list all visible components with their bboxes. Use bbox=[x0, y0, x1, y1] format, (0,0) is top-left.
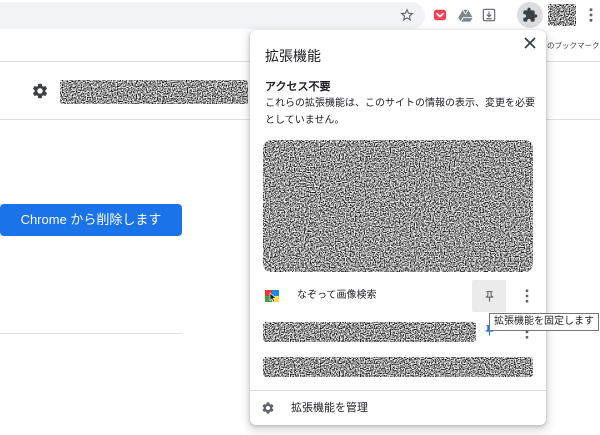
redacted-image bbox=[263, 140, 533, 272]
extension-name: なぞって画像検索 bbox=[297, 290, 377, 301]
avatar[interactable] bbox=[548, 4, 576, 26]
kebab-menu-icon[interactable] bbox=[525, 289, 529, 303]
redacted-extension-row bbox=[263, 357, 533, 377]
popup-title: 拡張機能 bbox=[265, 48, 321, 64]
extensions-button[interactable] bbox=[517, 2, 543, 28]
image-search-extension-icon bbox=[265, 289, 279, 303]
puzzle-icon bbox=[522, 7, 538, 23]
pocket-icon[interactable] bbox=[433, 8, 447, 22]
divider bbox=[0, 333, 182, 334]
other-bookmarks-folder[interactable]: のブックマーク bbox=[547, 40, 600, 52]
drive-icon[interactable] bbox=[458, 9, 473, 22]
browser-window: のブックマーク Chrome から削除します 拡張機能 アクセス不要 これらの拡… bbox=[0, 0, 600, 435]
pin-icon bbox=[483, 290, 496, 303]
manage-extensions-link[interactable]: 拡張機能を管理 bbox=[250, 391, 546, 425]
pin-button[interactable] bbox=[472, 280, 506, 312]
pin-tooltip: 拡張機能を固定します bbox=[489, 313, 599, 331]
section-description-line: としていません。 bbox=[265, 115, 345, 126]
extension-row[interactable]: なぞって画像検索 bbox=[250, 280, 546, 312]
close-icon[interactable] bbox=[524, 37, 536, 49]
gear-icon[interactable] bbox=[31, 82, 49, 100]
gear-icon bbox=[261, 401, 275, 415]
download-box-icon[interactable] bbox=[482, 8, 496, 22]
section-heading: アクセス不要 bbox=[265, 81, 331, 93]
section-description-line: これらの拡張機能は、このサイトの情報の表示、変更を必要 bbox=[265, 98, 535, 109]
manage-extensions-label: 拡張機能を管理 bbox=[291, 402, 368, 414]
redacted-extension-name bbox=[263, 322, 476, 342]
toolbar bbox=[0, 0, 600, 31]
remove-from-chrome-button[interactable]: Chrome から削除します bbox=[0, 204, 182, 236]
omnibox[interactable] bbox=[0, 2, 425, 29]
star-icon[interactable] bbox=[399, 7, 415, 23]
section-description: これらの拡張機能は、このサイトの情報の表示、変更を必要 としていません。 bbox=[265, 95, 535, 129]
extensions-popup: 拡張機能 アクセス不要 これらの拡張機能は、このサイトの情報の表示、変更を必要 … bbox=[250, 30, 546, 425]
redacted-header-text bbox=[60, 80, 248, 104]
kebab-menu-icon[interactable] bbox=[589, 8, 593, 22]
